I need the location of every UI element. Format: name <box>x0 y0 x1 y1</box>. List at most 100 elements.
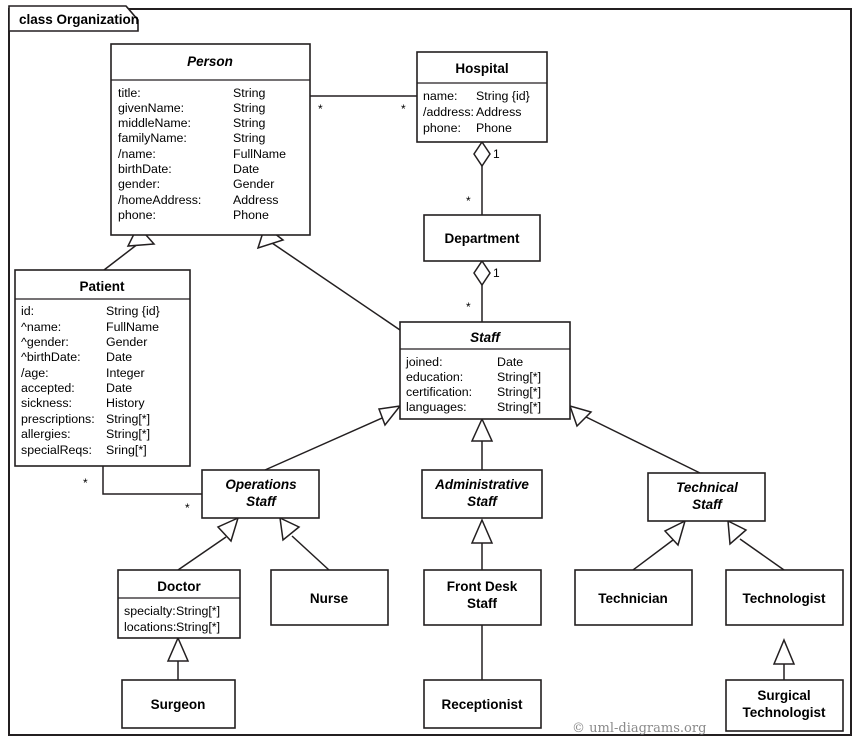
svg-text:/address:: /address: <box>423 105 474 119</box>
mult-patient-operations-source: * <box>83 476 88 490</box>
svg-text:String[*]: String[*] <box>106 412 150 426</box>
class-technologist[interactable]: Technologist <box>725 569 844 626</box>
svg-text:Date: Date <box>106 381 132 395</box>
class-technical-staff-line1: Technical <box>676 480 738 495</box>
svg-text:Gender: Gender <box>106 335 147 349</box>
uml-class-diagram: class Organization * * 1 * 1 * * * Perso… <box>0 0 860 747</box>
class-technical-staff[interactable]: Technical Staff <box>647 472 766 522</box>
class-nurse[interactable]: Nurse <box>270 569 389 626</box>
svg-text:gender:: gender: <box>118 177 160 191</box>
svg-text:name:: name: <box>423 89 457 103</box>
aggregation-department-staff <box>473 259 491 322</box>
svg-text:joined:: joined: <box>405 355 443 369</box>
mult-person-hospital-source: * <box>318 102 323 116</box>
svg-text:String[*]: String[*] <box>497 370 541 384</box>
svg-text:specialReqs:: specialReqs: <box>21 443 92 457</box>
svg-text:locations:: locations: <box>124 620 176 634</box>
svg-text:^birthDate:: ^birthDate: <box>21 350 81 364</box>
mult-person-hospital-target: * <box>401 102 406 116</box>
class-receptionist-name: Receptionist <box>441 697 523 712</box>
mult-department-staff-part: * <box>466 300 471 314</box>
svg-text:phone:: phone: <box>423 121 461 135</box>
class-doctor[interactable]: Doctor specialty: String[*] locations: Str… <box>117 569 241 639</box>
gen-staff-person <box>256 224 401 331</box>
class-hospital[interactable]: Hospital name: String {id} /address: Addre… <box>416 51 548 143</box>
svg-text:Address: Address <box>233 193 278 207</box>
svg-text:Phone: Phone <box>476 121 512 135</box>
svg-text:languages:: languages: <box>406 400 467 414</box>
class-operations-staff-line1: Operations <box>225 477 297 492</box>
class-receptionist[interactable]: Receptionist <box>423 679 542 729</box>
class-patient[interactable]: Patient id: String {id} ^name: FullName ^g… <box>14 269 191 467</box>
svg-text:Date: Date <box>233 162 259 176</box>
svg-text:String: String <box>233 86 265 100</box>
svg-text:/homeAddress:: /homeAddress: <box>118 193 201 207</box>
class-nurse-name: Nurse <box>310 591 349 606</box>
svg-text:String[*]: String[*] <box>176 604 220 618</box>
gen-frontdesk-administrative <box>470 518 494 570</box>
class-administrative-staff-line2: Staff <box>467 494 498 509</box>
svg-text:String: String <box>233 116 265 130</box>
svg-text:String {id}: String {id} <box>476 89 530 103</box>
gen-surgeon-doctor <box>166 636 190 680</box>
class-administrative-staff-line1: Administrative <box>434 477 529 492</box>
class-staff-name: Staff <box>470 330 501 345</box>
gen-technologist-technical <box>727 519 785 571</box>
class-administrative-staff[interactable]: Administrative Staff <box>421 469 543 519</box>
svg-text:FullName: FullName <box>233 147 286 161</box>
svg-text:String[*]: String[*] <box>497 385 541 399</box>
class-technical-staff-line2: Staff <box>692 497 723 512</box>
svg-text:String[*]: String[*] <box>106 427 150 441</box>
gen-technician-technical <box>632 519 687 571</box>
mult-department-staff-whole: 1 <box>493 266 500 280</box>
svg-text:^gender:: ^gender: <box>21 335 69 349</box>
class-person[interactable]: Person title: String givenName: String mid… <box>110 43 311 236</box>
svg-text:String: String <box>233 131 265 145</box>
svg-text:Phone: Phone <box>233 208 269 222</box>
svg-text:familyName:: familyName: <box>118 131 187 145</box>
svg-text:String {id}: String {id} <box>106 304 160 318</box>
svg-text:FullName: FullName <box>106 320 159 334</box>
svg-text:Date: Date <box>106 350 132 364</box>
class-technician[interactable]: Technician <box>574 569 693 626</box>
svg-text:String: String <box>233 101 265 115</box>
svg-text:/name:: /name: <box>118 147 156 161</box>
svg-text:education:: education: <box>406 370 463 384</box>
gen-surgicaltech-technologist <box>772 638 796 680</box>
class-surgeon[interactable]: Surgeon <box>121 679 236 729</box>
class-department-name: Department <box>444 231 520 246</box>
svg-text:/age:: /age: <box>21 366 49 380</box>
assoc-patient-operations-staff <box>102 466 202 495</box>
svg-text:String[*]: String[*] <box>497 400 541 414</box>
gen-administrative-staff <box>470 417 494 470</box>
svg-text:middleName:: middleName: <box>118 116 191 130</box>
svg-text:Gender: Gender <box>233 177 274 191</box>
class-technologist-name: Technologist <box>743 591 827 606</box>
class-operations-staff-line2: Staff <box>246 494 277 509</box>
svg-text:Date: Date <box>497 355 523 369</box>
class-hospital-name: Hospital <box>455 61 508 76</box>
mult-hospital-department-whole: 1 <box>493 147 500 161</box>
copyright-notice: © uml-diagrams.org <box>572 721 706 736</box>
frame-label: class Organization <box>19 12 139 27</box>
class-front-desk-staff[interactable]: Front Desk Staff <box>423 569 542 626</box>
aggregation-hospital-department <box>473 140 491 215</box>
class-surgical-technologist-line2: Technologist <box>743 705 827 720</box>
class-patient-name: Patient <box>79 279 125 294</box>
svg-text:id:: id: <box>21 304 34 318</box>
svg-text:^name:: ^name: <box>21 320 61 334</box>
mult-patient-operations-target: * <box>185 501 190 515</box>
class-front-desk-staff-line2: Staff <box>467 596 498 611</box>
class-department[interactable]: Department <box>423 214 541 262</box>
svg-text:phone:: phone: <box>118 208 156 222</box>
class-technician-name: Technician <box>598 591 668 606</box>
svg-text:Address: Address <box>476 105 521 119</box>
class-staff[interactable]: Staff joined: Date education: String[*] ce… <box>399 321 571 420</box>
class-surgeon-name: Surgeon <box>151 697 206 712</box>
class-surgical-technologist[interactable]: Surgical Technologist <box>725 679 844 732</box>
class-person-name: Person <box>187 54 233 69</box>
gen-operations-staff <box>264 404 402 471</box>
class-operations-staff[interactable]: Operations Staff <box>201 469 320 519</box>
svg-text:String[*]: String[*] <box>176 620 220 634</box>
svg-text:sickness:: sickness: <box>21 396 72 410</box>
